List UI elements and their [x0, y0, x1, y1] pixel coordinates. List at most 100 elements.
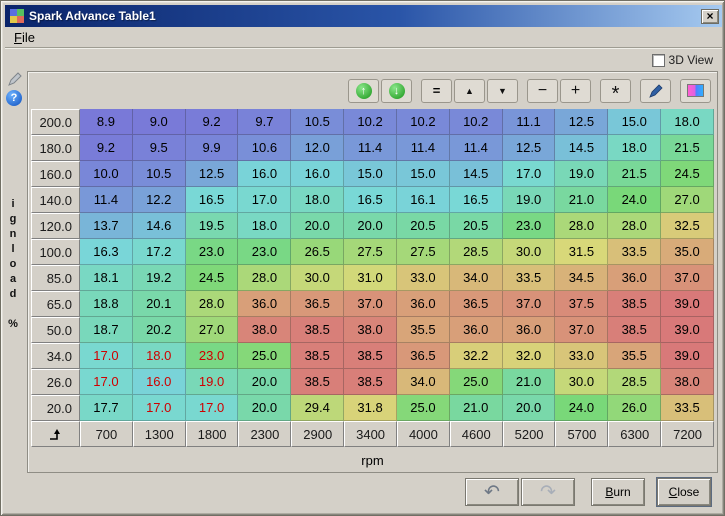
- redo-button[interactable]: ↷: [521, 478, 575, 506]
- table-cell[interactable]: 10.5: [291, 109, 344, 135]
- table-cell[interactable]: 21.0: [450, 395, 503, 421]
- table-cell[interactable]: 18.0: [133, 343, 186, 369]
- table-cell[interactable]: 23.0: [238, 239, 291, 265]
- table-cell[interactable]: 18.0: [291, 187, 344, 213]
- table-cell[interactable]: 10.0: [80, 161, 133, 187]
- table-cell[interactable]: 19.0: [555, 161, 608, 187]
- table-cell[interactable]: 18.0: [661, 109, 714, 135]
- table-cell[interactable]: 20.2: [133, 317, 186, 343]
- table-cell[interactable]: 30.0: [503, 239, 556, 265]
- decrease-button[interactable]: ▼: [487, 79, 518, 103]
- table-cell[interactable]: 12.0: [291, 135, 344, 161]
- heatmap-toggle-button[interactable]: [680, 79, 711, 103]
- table-cell[interactable]: 12.5: [186, 161, 239, 187]
- undo-button[interactable]: ↶: [465, 478, 519, 506]
- table-cell[interactable]: 32.0: [503, 343, 556, 369]
- table-cell[interactable]: 12.5: [555, 109, 608, 135]
- table-cell[interactable]: 20.0: [238, 395, 291, 421]
- set-equal-button[interactable]: =: [421, 79, 452, 103]
- table-cell[interactable]: 20.0: [503, 395, 556, 421]
- table-cell[interactable]: 23.0: [186, 239, 239, 265]
- edit-cell-button[interactable]: [640, 79, 671, 103]
- table-cell[interactable]: 19.5: [186, 213, 239, 239]
- table-cell[interactable]: 17.2: [133, 239, 186, 265]
- table-cell[interactable]: 28.0: [238, 265, 291, 291]
- table-cell[interactable]: 10.2: [344, 109, 397, 135]
- table-cell[interactable]: 13.7: [80, 213, 133, 239]
- table-cell[interactable]: 38.0: [238, 317, 291, 343]
- table-cell[interactable]: 18.8: [80, 291, 133, 317]
- table-cell[interactable]: 17.0: [186, 395, 239, 421]
- table-cell[interactable]: 17.0: [133, 395, 186, 421]
- table-cell[interactable]: 20.1: [133, 291, 186, 317]
- table-cell[interactable]: 26.0: [608, 395, 661, 421]
- table-cell[interactable]: 24.5: [186, 265, 239, 291]
- table-cell[interactable]: 9.0: [133, 109, 186, 135]
- table-cell[interactable]: 11.4: [450, 135, 503, 161]
- table-cell[interactable]: 37.0: [661, 265, 714, 291]
- table-cell[interactable]: 17.0: [238, 187, 291, 213]
- table-cell[interactable]: 20.0: [344, 213, 397, 239]
- table-cell[interactable]: 10.5: [133, 161, 186, 187]
- table-cell[interactable]: 28.0: [186, 291, 239, 317]
- table-cell[interactable]: 16.0: [291, 161, 344, 187]
- table-cell[interactable]: 17.0: [80, 343, 133, 369]
- table-cell[interactable]: 36.5: [291, 291, 344, 317]
- table-cell[interactable]: 11.4: [344, 135, 397, 161]
- table-cell[interactable]: 14.5: [555, 135, 608, 161]
- table-cell[interactable]: 36.0: [608, 265, 661, 291]
- table-cell[interactable]: 12.2: [133, 187, 186, 213]
- table-cell[interactable]: 31.8: [344, 395, 397, 421]
- table-cell[interactable]: 23.0: [186, 343, 239, 369]
- table-cell[interactable]: 19.0: [186, 369, 239, 395]
- table-cell[interactable]: 38.5: [608, 317, 661, 343]
- table-cell[interactable]: 15.0: [397, 161, 450, 187]
- table-cell[interactable]: 34.0: [397, 369, 450, 395]
- table-cell[interactable]: 10.2: [450, 109, 503, 135]
- table-cell[interactable]: 21.0: [555, 187, 608, 213]
- table-cell[interactable]: 39.0: [661, 343, 714, 369]
- table-cell[interactable]: 33.0: [555, 343, 608, 369]
- table-cell[interactable]: 33.0: [397, 265, 450, 291]
- table-cell[interactable]: 18.7: [80, 317, 133, 343]
- table-cell[interactable]: 26.5: [291, 239, 344, 265]
- subtract-button[interactable]: −: [527, 79, 558, 103]
- table-cell[interactable]: 9.5: [133, 135, 186, 161]
- table-cell[interactable]: 21.0: [503, 369, 556, 395]
- close-button[interactable]: Close: [657, 478, 711, 506]
- 3d-view-checkbox[interactable]: [652, 54, 665, 67]
- table-cell[interactable]: 32.2: [450, 343, 503, 369]
- table-cell[interactable]: 12.5: [503, 135, 556, 161]
- increase-button[interactable]: ▲: [454, 79, 485, 103]
- table-cell[interactable]: 28.0: [555, 213, 608, 239]
- table-cell[interactable]: 9.9: [186, 135, 239, 161]
- table-cell[interactable]: 29.4: [291, 395, 344, 421]
- table-cell[interactable]: 16.1: [397, 187, 450, 213]
- table-cell[interactable]: 37.0: [555, 317, 608, 343]
- multiply-button[interactable]: *: [600, 79, 631, 103]
- table-cell[interactable]: 20.5: [450, 213, 503, 239]
- table-cell[interactable]: 11.4: [397, 135, 450, 161]
- table-cell[interactable]: 18.1: [80, 265, 133, 291]
- table-cell[interactable]: 28.5: [608, 369, 661, 395]
- table-cell[interactable]: 35.5: [608, 343, 661, 369]
- table-cell[interactable]: 11.1: [503, 109, 556, 135]
- table-cell[interactable]: 27.5: [344, 239, 397, 265]
- axis-corner-button[interactable]: [31, 421, 80, 447]
- table-cell[interactable]: 9.2: [186, 109, 239, 135]
- table-cell[interactable]: 11.4: [80, 187, 133, 213]
- table-cell[interactable]: 27.5: [397, 239, 450, 265]
- table-cell[interactable]: 38.0: [661, 369, 714, 395]
- table-cell[interactable]: 9.7: [238, 109, 291, 135]
- table-cell[interactable]: 25.0: [238, 343, 291, 369]
- table-cell[interactable]: 39.0: [661, 317, 714, 343]
- titlebar[interactable]: Spark Advance Table1 ×: [5, 5, 722, 27]
- table-cell[interactable]: 14.5: [450, 161, 503, 187]
- table-cell[interactable]: 28.0: [608, 213, 661, 239]
- add-button[interactable]: +: [560, 79, 591, 103]
- table-cell[interactable]: 39.0: [661, 291, 714, 317]
- table-cell[interactable]: 38.5: [344, 369, 397, 395]
- table-cell[interactable]: 10.2: [397, 109, 450, 135]
- table-cell[interactable]: 34.0: [450, 265, 503, 291]
- table-cell[interactable]: 35.5: [397, 317, 450, 343]
